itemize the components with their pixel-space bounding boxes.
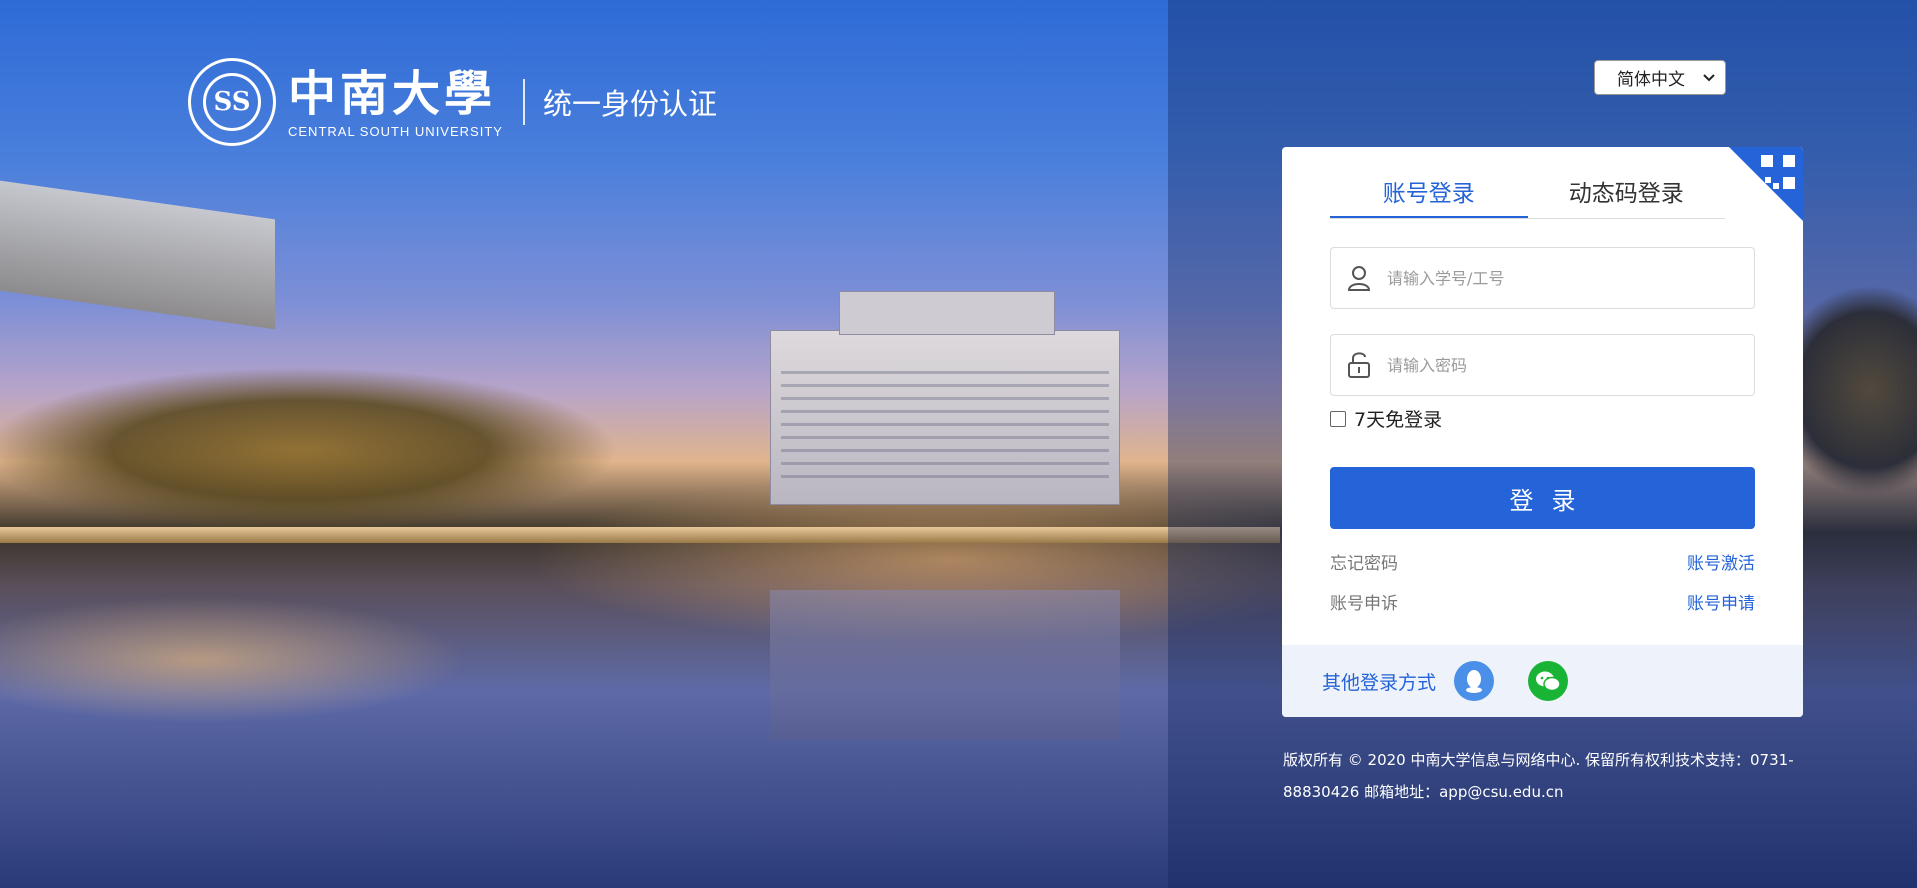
remember-checkbox[interactable] <box>1330 410 1346 427</box>
trees-left <box>0 330 820 550</box>
account-appeal-link[interactable]: 账号申诉 <box>1330 589 1398 614</box>
password-field <box>1330 334 1755 396</box>
login-card: 账号登录 动态码登录 7天免登录 登录 忘记密码 账号激活 账号申诉 账号申请 … <box>1282 147 1803 717</box>
activate-account-link[interactable]: 账号激活 <box>1687 549 1755 574</box>
remember-me[interactable]: 7天免登录 <box>1330 405 1442 432</box>
login-tabs: 账号登录 动态码登录 <box>1330 177 1725 219</box>
university-logo: SS 中南大學 CENTRAL SOUTH UNIVERSITY 统一身份认证 <box>188 58 717 146</box>
building-reflection <box>770 590 1120 740</box>
logo-divider <box>522 79 525 125</box>
username-input[interactable] <box>1387 268 1727 288</box>
account-apply-link[interactable]: 账号申请 <box>1687 589 1755 614</box>
forgot-password-link[interactable]: 忘记密码 <box>1330 549 1398 574</box>
logo-chinese-name: 中南大學 <box>288 65 497 122</box>
lock-icon <box>1331 351 1387 379</box>
password-input[interactable] <box>1387 355 1727 375</box>
wechat-login-icon[interactable] <box>1528 661 1569 701</box>
chevron-down-icon <box>1703 70 1715 86</box>
user-icon <box>1331 265 1387 291</box>
other-login-methods: 其他登录方式 <box>1282 645 1803 717</box>
remember-label: 7天免登录 <box>1354 409 1443 431</box>
qr-code-icon <box>1759 153 1797 191</box>
other-login-label: 其他登录方式 <box>1322 671 1437 694</box>
login-button[interactable]: 登录 <box>1330 467 1755 529</box>
campus-building-left <box>0 180 275 330</box>
username-field <box>1330 247 1755 309</box>
language-select[interactable]: 简体中文 <box>1594 60 1726 95</box>
bridge <box>0 527 1280 543</box>
page-title: 统一身份认证 <box>542 87 717 121</box>
university-seal-icon: SS <box>188 58 276 146</box>
logo-english-name: CENTRAL SOUTH UNIVERSITY <box>288 123 503 139</box>
copyright-footer: 版权所有 © 2020 中南大学信息与网络中心. 保留所有权利技术支持：0731… <box>1283 751 1794 801</box>
qq-login-icon[interactable] <box>1454 661 1495 701</box>
main-building <box>770 291 1120 505</box>
tab-account-login[interactable]: 账号登录 <box>1330 177 1528 218</box>
qr-login-toggle[interactable] <box>1729 147 1803 221</box>
language-selected-label: 简体中文 <box>1617 70 1685 90</box>
tab-dynamic-code-login[interactable]: 动态码登录 <box>1528 177 1726 218</box>
